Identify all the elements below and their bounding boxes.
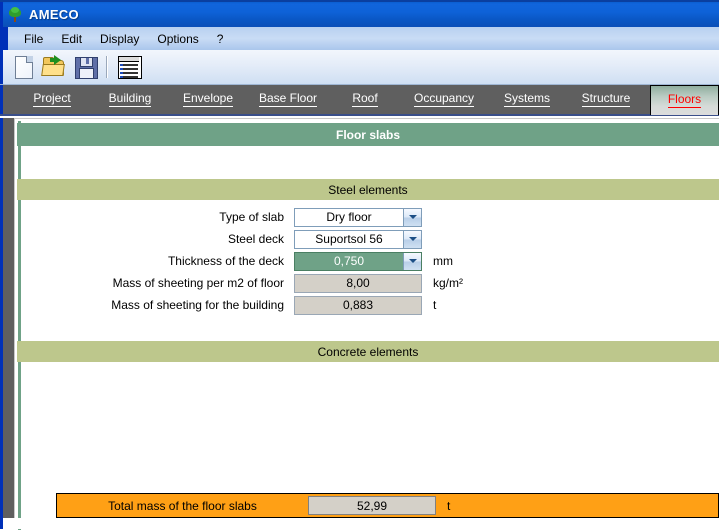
tab-floors[interactable]: Floors	[650, 85, 719, 115]
menu-bar: File Edit Display Options ?	[0, 27, 719, 50]
unit-mass-per-m2: kg/m²	[433, 276, 463, 290]
toolbar-separator	[106, 56, 108, 78]
type-of-slab-combo[interactable]: Dry floor	[294, 207, 422, 227]
save-button[interactable]	[72, 53, 100, 81]
report-button[interactable]	[115, 53, 143, 81]
tab-systems[interactable]: Systems	[491, 85, 563, 114]
chevron-down-icon[interactable]	[403, 230, 421, 248]
tab-occupancy[interactable]: Occupancy	[400, 85, 488, 114]
total-mass-field: 52,99	[308, 496, 436, 515]
tab-base-floor[interactable]: Base Floor	[248, 85, 328, 114]
thickness-of-deck-value: 0,750	[295, 252, 403, 270]
window-title: AMECO	[29, 7, 79, 22]
mass-building-value: 0,883	[342, 298, 374, 312]
type-of-slab-value: Dry floor	[326, 209, 372, 224]
thickness-of-deck-combo[interactable]: 0,750	[294, 251, 422, 271]
group-header-steel-elements: Steel elements	[17, 179, 719, 200]
toolbar	[0, 50, 719, 85]
title-bar: AMECO	[0, 0, 719, 27]
window-left-edge	[0, 2, 3, 27]
label-mass-building: Mass of sheeting for the building	[111, 298, 284, 312]
new-document-icon	[15, 56, 33, 79]
label-steel-deck: Steel deck	[227, 232, 284, 246]
unit-total-mass: t	[447, 498, 451, 513]
tab-bar: Project Building Envelope Base Floor Roo…	[0, 85, 719, 116]
row-thickness-of-deck: Thickness of the deck 0,750 mm	[17, 250, 719, 272]
new-button[interactable]	[10, 53, 38, 81]
row-mass-building: Mass of sheeting for the building 0,883 …	[17, 294, 719, 316]
content-gutter	[3, 118, 14, 529]
group-header-concrete-elements: Concrete elements	[17, 341, 719, 362]
row-mass-per-m2: Mass of sheeting per m2 of floor 8,00 kg…	[17, 272, 719, 294]
window-bottom-strip	[0, 518, 719, 529]
label-type-of-slab: Type of slab	[219, 210, 284, 224]
menu-item-file[interactable]: File	[15, 30, 52, 48]
menu-item-display[interactable]: Display	[91, 30, 148, 48]
unit-thickness-of-deck: mm	[433, 254, 453, 268]
page-title: Floor slabs	[17, 123, 719, 146]
mass-per-m2-field: 8,00	[294, 273, 422, 293]
total-mass-bar: Total mass of the floor slabs 52,99 t	[56, 493, 719, 518]
tab-envelope[interactable]: Envelope	[170, 85, 246, 114]
tree-icon	[7, 6, 23, 23]
open-button[interactable]	[41, 53, 69, 81]
label-total-mass: Total mass of the floor slabs	[108, 498, 257, 513]
menu-item-options[interactable]: Options	[148, 30, 207, 48]
tab-structure[interactable]: Structure	[566, 85, 646, 114]
row-type-of-slab: Type of slab Dry floor	[17, 206, 719, 228]
label-mass-per-m2: Mass of sheeting per m2 of floor	[112, 276, 284, 290]
label-thickness-of-deck: Thickness of the deck	[167, 254, 284, 268]
total-mass-value: 52,99	[356, 498, 388, 513]
chevron-down-icon[interactable]	[403, 208, 421, 226]
menu-item-help[interactable]: ?	[208, 30, 233, 48]
unit-mass-building: t	[433, 298, 437, 312]
mass-per-m2-value: 8,00	[346, 276, 370, 290]
window-left-edge-tabs	[0, 85, 3, 114]
tab-roof[interactable]: Roof	[335, 85, 395, 114]
steel-deck-value: Suportsol 56	[315, 231, 383, 246]
row-steel-deck: Steel deck Suportsol 56	[17, 228, 719, 250]
tab-building[interactable]: Building	[92, 85, 168, 114]
steel-deck-combo[interactable]: Suportsol 56	[294, 229, 422, 249]
window-left-edge-bottom	[0, 518, 3, 529]
ameco-application-window: AMECO File Edit Display Options ? Projec…	[0, 0, 719, 530]
menu-item-edit[interactable]: Edit	[52, 30, 91, 48]
chevron-down-icon[interactable]	[403, 252, 421, 270]
mass-building-field: 0,883	[294, 295, 422, 315]
tab-project[interactable]: Project	[14, 85, 90, 114]
